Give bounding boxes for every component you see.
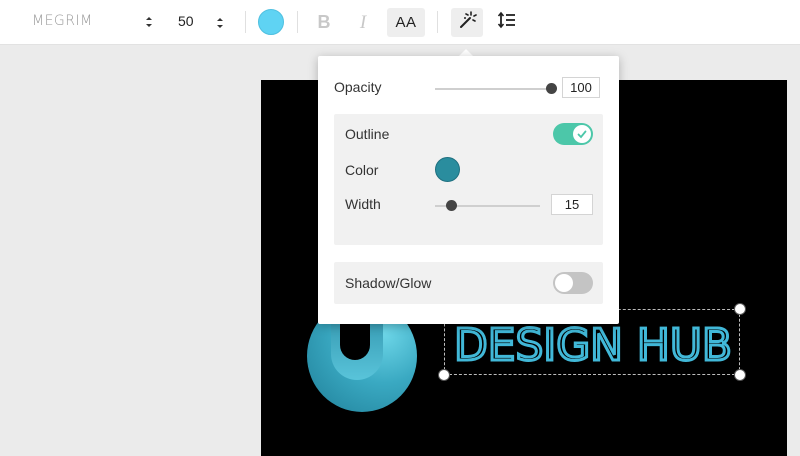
outline-color-swatch[interactable] xyxy=(435,157,460,182)
checkmark-icon xyxy=(577,130,587,139)
line-spacing-icon xyxy=(497,10,517,35)
opacity-value-input[interactable]: 100 xyxy=(562,77,600,98)
toolbar-divider xyxy=(437,11,438,33)
bold-button[interactable]: B xyxy=(313,8,335,37)
opacity-label: Opacity xyxy=(334,79,382,95)
text-effects-popover: Opacity 100 Outline Color Width 15 Shado… xyxy=(318,56,619,324)
italic-button[interactable]: I xyxy=(352,8,374,37)
outline-section: Outline Color Width 15 xyxy=(334,114,603,245)
opacity-slider-track[interactable] xyxy=(435,88,553,90)
opacity-slider-thumb[interactable] xyxy=(546,83,557,94)
resize-handle-bottom-right[interactable] xyxy=(734,369,746,381)
uppercase-button[interactable]: AA xyxy=(387,8,425,37)
outline-width-slider-thumb[interactable] xyxy=(446,200,457,211)
font-family-stepper-icon[interactable] xyxy=(144,14,154,30)
toolbar-divider xyxy=(297,11,298,33)
line-spacing-button[interactable] xyxy=(493,8,521,37)
toolbar-divider xyxy=(245,11,246,33)
font-size-input[interactable]: 50 xyxy=(178,13,194,29)
outline-width-input[interactable]: 15 xyxy=(551,194,593,215)
outline-toggle[interactable] xyxy=(553,123,593,145)
headline-text[interactable]: DESIGN HUB xyxy=(452,318,734,367)
text-color-swatch[interactable] xyxy=(258,9,284,35)
magic-wand-icon xyxy=(457,10,477,35)
toggle-knob xyxy=(555,274,573,292)
resize-handle-bottom-left[interactable] xyxy=(438,369,450,381)
effects-button[interactable] xyxy=(451,8,483,37)
font-family-select[interactable]: MEGRIM xyxy=(32,13,93,29)
resize-handle-top-right[interactable] xyxy=(734,303,746,315)
toggle-knob xyxy=(573,125,591,143)
headline-text-content: DESIGN HUB xyxy=(454,320,732,366)
font-size-stepper-icon[interactable] xyxy=(215,15,225,31)
shadow-section: Shadow/Glow xyxy=(334,262,603,304)
outline-label: Outline xyxy=(345,126,390,142)
outline-color-label: Color xyxy=(345,162,379,178)
shadow-glow-label: Shadow/Glow xyxy=(345,275,432,291)
shadow-glow-toggle[interactable] xyxy=(553,272,593,294)
outline-width-label: Width xyxy=(345,196,381,212)
editor-toolbar: MEGRIM 50 B I AA xyxy=(0,0,800,45)
